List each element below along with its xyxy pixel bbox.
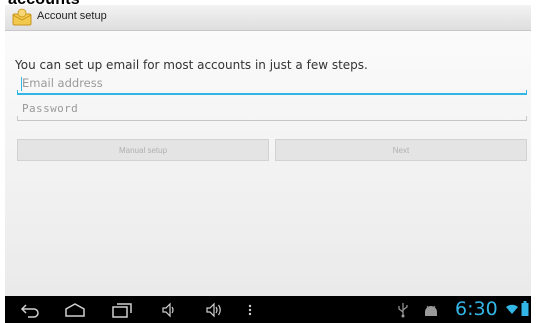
recent-apps-icon[interactable] <box>111 302 133 318</box>
android-icon <box>425 305 437 316</box>
volume-up-icon[interactable] <box>205 302 225 318</box>
action-bar-title: Account setup <box>37 10 107 22</box>
battery-icon <box>521 301 529 316</box>
system-bar: 6:30 <box>5 296 531 323</box>
menu-icon[interactable] <box>247 302 253 318</box>
account-setup-form: You can set up email for most accounts i… <box>5 31 531 296</box>
status-clock: 6:30 <box>455 298 498 320</box>
android-screen: Account setup You can set up email for m… <box>5 5 531 323</box>
email-field-underline <box>17 90 527 95</box>
back-icon[interactable] <box>19 302 41 318</box>
email-field[interactable]: Email address <box>17 75 527 95</box>
volume-down-icon[interactable] <box>161 302 177 318</box>
email-placeholder: Email address <box>22 76 103 90</box>
manual-setup-button[interactable]: Manual setup <box>17 139 269 161</box>
usb-icon <box>398 303 408 318</box>
home-icon[interactable] <box>63 302 87 318</box>
wifi-icon <box>506 304 518 314</box>
manual-setup-label: Manual setup <box>118 145 168 155</box>
password-field-underline <box>17 116 527 121</box>
password-field[interactable]: Password <box>17 101 527 121</box>
password-placeholder: Password <box>22 102 79 115</box>
account-setup-icon <box>12 8 32 26</box>
action-bar: Account setup <box>5 5 531 31</box>
intro-text: You can set up email for most accounts i… <box>15 58 368 72</box>
next-label: Next <box>392 145 410 155</box>
next-button[interactable]: Next <box>275 139 527 161</box>
